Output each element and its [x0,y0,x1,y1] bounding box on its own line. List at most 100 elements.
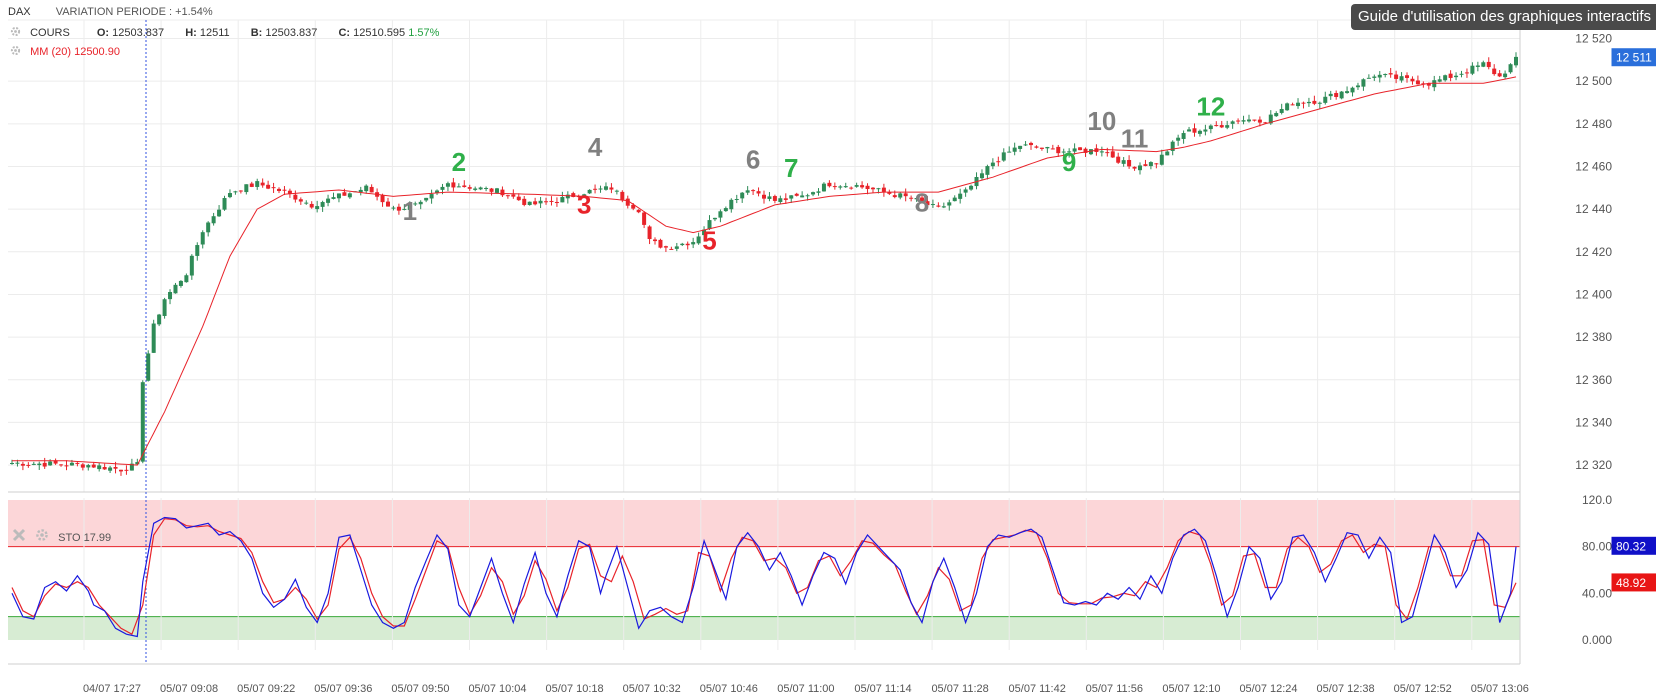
candle-down [1312,100,1317,104]
candle-down [451,182,456,188]
candle-down [772,196,777,201]
candle-up [424,197,429,201]
candle-up [958,193,963,199]
x-tick-label: 05/07 11:28 [931,683,988,695]
candle-down [1492,68,1497,75]
y-tick-label: 12 520 [1575,32,1612,46]
x-tick-label: 05/07 10:32 [623,683,681,695]
candle-down [1257,119,1262,123]
candle-down [751,190,756,192]
candle-down [380,195,385,203]
candle-up [48,461,53,466]
x-tick-label: 05/07 09:08 [160,683,218,695]
y-tick-label: 12 500 [1575,74,1612,88]
candle-up [527,201,532,206]
candle-down [1105,152,1110,154]
annotation-label: 7 [784,153,798,183]
gear-icon[interactable] [10,45,21,56]
x-tick-label: 05/07 12:24 [1239,683,1297,695]
candle-up [255,181,260,187]
sto-k-badge: 80.32 [1616,539,1646,553]
candle-down [113,466,118,469]
candle-down [102,466,107,470]
sto-y-tick-label: 80.00 [1582,540,1612,554]
candle-down [1497,73,1502,77]
candle-down [1039,147,1044,149]
candle-up [140,382,145,462]
gear-icon[interactable] [10,26,21,37]
candle-down [462,185,467,188]
candle-down [1029,142,1034,146]
close-icon[interactable] [12,528,26,542]
guide-button[interactable]: Guide d'utilisation des graphiques inter… [1351,4,1656,30]
candle-down [396,206,401,211]
candle-down [1056,146,1061,154]
x-tick-label: 05/07 12:38 [1317,683,1375,695]
open-label: O: [96,27,110,39]
candle-down [881,187,886,192]
candle-up [315,206,320,210]
y-tick-label: 12 320 [1575,458,1612,472]
x-tick-label: 05/07 11:00 [777,683,834,695]
gear-icon[interactable] [35,528,49,542]
annotation-label: 1 [403,196,417,226]
candle-down [59,464,64,466]
candle-up [1197,130,1202,134]
candle-down [663,246,668,248]
candle-up [86,465,91,468]
candle-up [843,186,848,188]
candle-up [696,236,701,244]
candle-up [947,202,952,206]
candle-up [206,222,211,233]
candle-down [1464,72,1469,74]
candle-down [625,198,630,206]
candle-up [729,199,734,210]
candle-up [484,188,489,190]
candle-down [516,196,521,201]
candle-up [718,211,723,218]
candle-up [168,292,173,300]
candle-up [244,184,249,193]
candle-down [1050,148,1055,150]
x-tick-label: 05/07 09:36 [314,683,372,695]
candle-up [674,246,679,249]
candle-up [336,193,341,199]
candle-down [309,203,314,208]
high-label: H: [185,27,197,39]
candle-up [712,217,717,220]
candle-up [173,284,178,294]
candle-up [1355,85,1360,88]
candle-up [985,166,990,175]
high-value: 12511 [199,27,230,39]
candle-down [249,183,254,187]
candle-up [326,198,331,203]
candle-down [533,201,538,205]
candle-down [75,462,80,464]
candle-up [740,192,745,199]
annotation-label: 8 [915,187,929,217]
candle-down [1110,151,1115,158]
candle-up [151,323,156,353]
y-tick-label: 12 360 [1575,373,1612,387]
candle-up [838,186,843,188]
candle-up [178,280,183,286]
candle-up [1121,160,1126,164]
candle-up [1437,79,1442,82]
close-value: 12510.595 [353,27,406,39]
candle-up [1045,146,1050,149]
candle-up [1350,87,1355,93]
candle-down [544,201,549,203]
close-label: C: [338,27,351,39]
candle-up [876,188,881,190]
candle-down [685,243,690,246]
candle-down [554,201,559,204]
candle-up [816,191,821,193]
candle-up [37,463,42,466]
candle-up [723,208,728,212]
candle-up [767,196,772,199]
candle-up [1508,64,1513,73]
chart-svg[interactable]: 04/07 17:27 05/07 09:08 05/07 09:22 05/07 0… [0,0,1656,696]
candle-up [680,243,685,246]
candle-down [1132,166,1137,169]
candle-up [941,206,946,208]
